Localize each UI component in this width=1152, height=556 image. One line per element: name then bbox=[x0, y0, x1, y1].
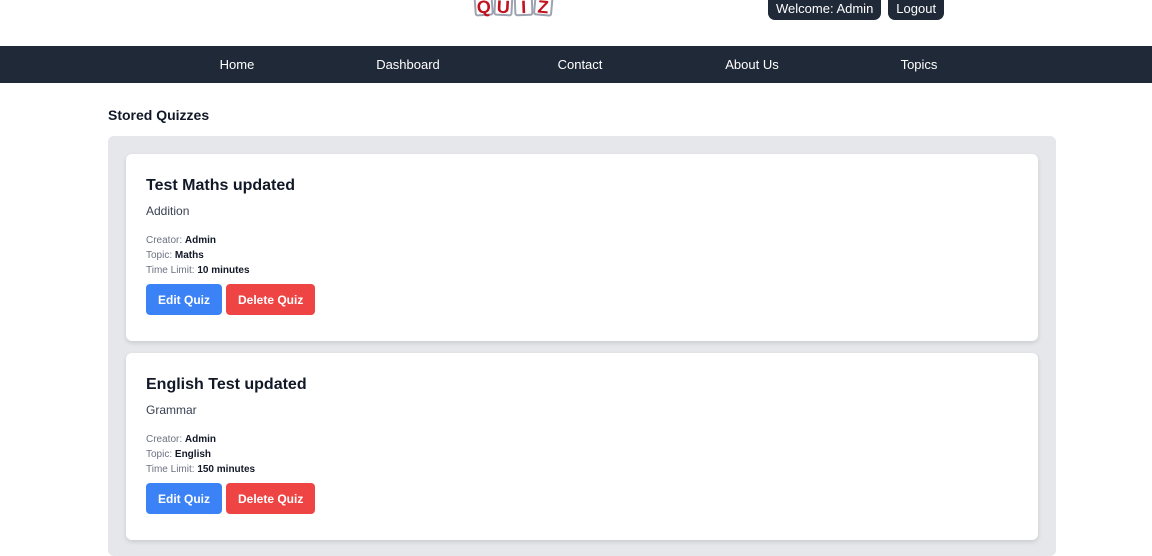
logo-letter-q: Q bbox=[473, 0, 494, 17]
time-limit-value: 10 minutes bbox=[197, 265, 250, 276]
quiz-title: Test Maths updated bbox=[146, 177, 296, 194]
main-navbar: Home Dashboard Contact About Us Topics bbox=[0, 46, 1152, 83]
logout-button[interactable]: Logout bbox=[888, 0, 945, 20]
topic-value: English bbox=[174, 449, 212, 460]
quiz-card: English Test updated Grammar Creator: Ad… bbox=[126, 353, 1038, 540]
delete-quiz-button[interactable]: Delete Quiz bbox=[226, 483, 316, 514]
logo-letter-u: U bbox=[493, 0, 514, 17]
logo-letter-i: I bbox=[513, 0, 534, 17]
quiz-actions: Edit Quiz Delete Quiz bbox=[146, 483, 1018, 514]
creator-value: Admin bbox=[184, 434, 217, 445]
quiz-title: English Test updated bbox=[146, 376, 307, 393]
quiz-logo[interactable]: Q U I Z bbox=[473, 0, 555, 17]
welcome-badge: Welcome: Admin bbox=[768, 0, 882, 20]
nav-topics[interactable]: Topics bbox=[859, 46, 979, 83]
logo-letter-z: Z bbox=[532, 0, 555, 17]
topic-label: Topic: bbox=[146, 250, 173, 261]
quiz-topic: Topic: Maths bbox=[146, 248, 1018, 263]
topic-label: Topic: bbox=[146, 449, 173, 460]
user-area: Welcome: Admin Logout bbox=[768, 0, 945, 20]
creator-value: Admin bbox=[184, 235, 217, 246]
time-limit-value: 150 minutes bbox=[197, 464, 256, 475]
nav-home[interactable]: Home bbox=[177, 46, 297, 83]
page-title: Stored Quizzes bbox=[108, 107, 210, 123]
quiz-actions: Edit Quiz Delete Quiz bbox=[146, 284, 1018, 315]
quiz-card: Test Maths updated Addition Creator: Adm… bbox=[126, 154, 1038, 341]
edit-quiz-button[interactable]: Edit Quiz bbox=[146, 284, 222, 315]
quiz-list: Test Maths updated Addition Creator: Adm… bbox=[108, 136, 1056, 556]
time-limit-label: Time Limit: bbox=[146, 464, 195, 475]
top-header: Q U I Z Welcome: Admin Logout bbox=[0, 0, 1152, 46]
quiz-creator: Creator: Admin bbox=[146, 432, 1018, 447]
quiz-description: Grammar bbox=[146, 403, 197, 417]
time-limit-label: Time Limit: bbox=[146, 265, 195, 276]
quiz-creator: Creator: Admin bbox=[146, 233, 1018, 248]
creator-label: Creator: bbox=[146, 235, 183, 246]
nav-about-us[interactable]: About Us bbox=[692, 46, 812, 83]
quiz-description: Addition bbox=[146, 204, 190, 218]
delete-quiz-button[interactable]: Delete Quiz bbox=[226, 284, 316, 315]
edit-quiz-button[interactable]: Edit Quiz bbox=[146, 483, 222, 514]
nav-dashboard[interactable]: Dashboard bbox=[348, 46, 468, 83]
creator-label: Creator: bbox=[146, 434, 183, 445]
topic-value: Maths bbox=[174, 250, 204, 261]
quiz-time-limit: Time Limit: 150 minutes bbox=[146, 462, 1018, 477]
quiz-time-limit: Time Limit: 10 minutes bbox=[146, 263, 1018, 278]
quiz-topic: Topic: English bbox=[146, 447, 1018, 462]
nav-contact[interactable]: Contact bbox=[520, 46, 640, 83]
